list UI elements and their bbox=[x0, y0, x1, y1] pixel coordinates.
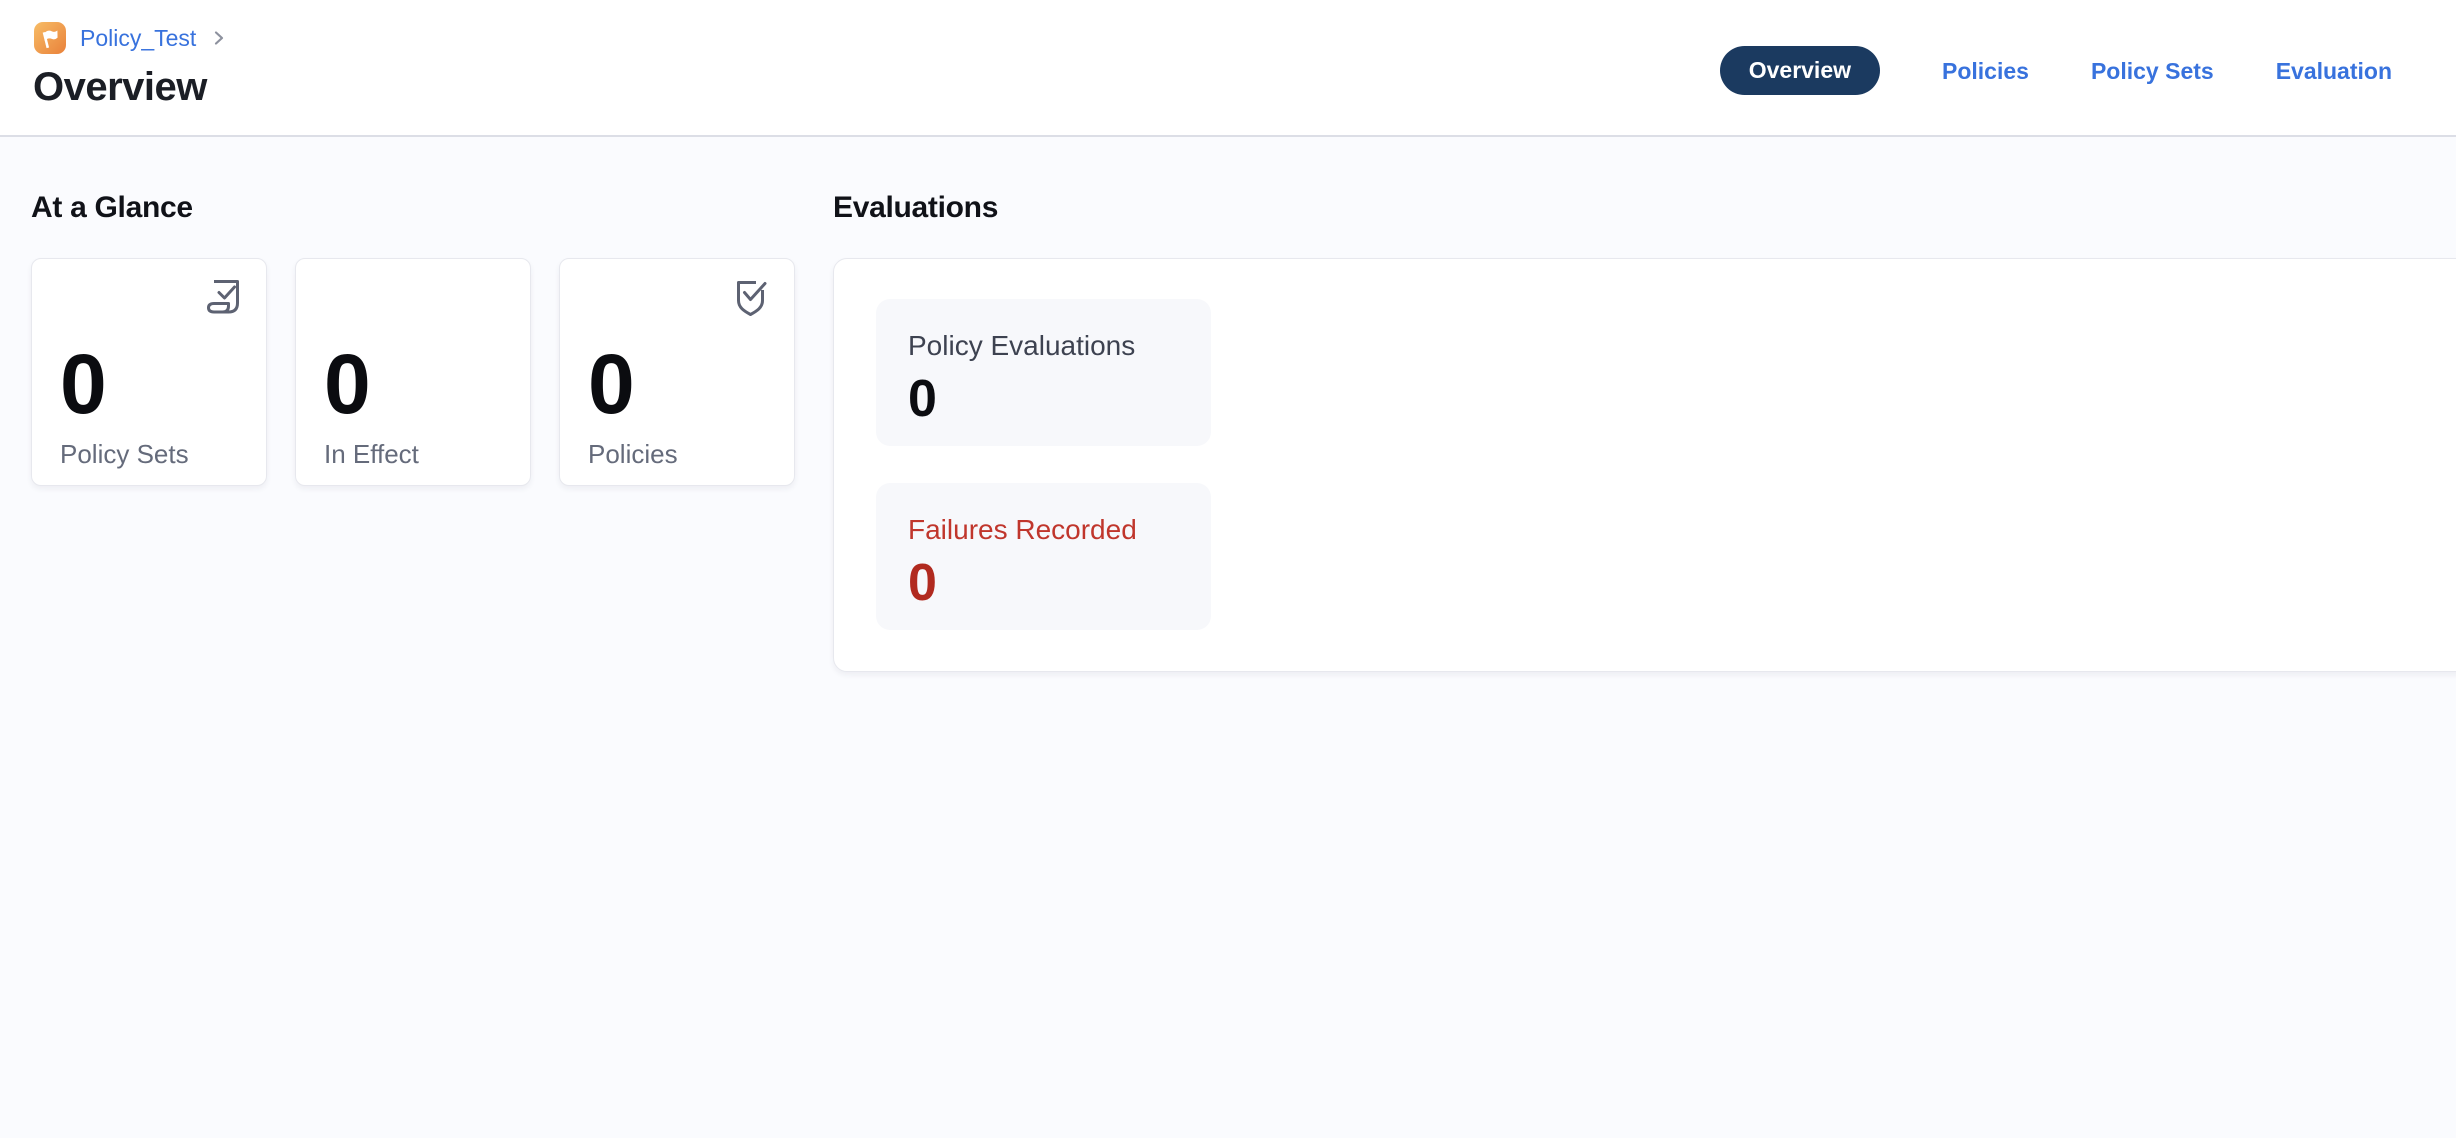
project-flag-icon bbox=[33, 21, 67, 55]
evaluations-card: Policy Evaluations 0 Failures Recorded 0 bbox=[833, 258, 2456, 672]
shield-check-icon bbox=[731, 276, 771, 320]
page-header: Policy_Test Overview Overview Policies P… bbox=[0, 0, 2456, 137]
at-a-glance-section: At a Glance 0 Policy Sets 0 In bbox=[31, 191, 795, 1138]
nav-tab-overview[interactable]: Overview bbox=[1720, 46, 1880, 95]
stat-value: 0 bbox=[588, 341, 766, 427]
tile-label: Failures Recorded bbox=[908, 513, 1179, 547]
stat-label: Policies bbox=[588, 439, 766, 469]
tile-value: 0 bbox=[908, 555, 1179, 611]
nav-tab-evaluation[interactable]: Evaluation bbox=[2276, 47, 2392, 95]
nav-tab-policies[interactable]: Policies bbox=[1942, 47, 2029, 95]
page-title: Overview bbox=[33, 65, 228, 109]
scroll-check-icon bbox=[203, 276, 243, 320]
stat-card-in-effect: 0 In Effect bbox=[295, 258, 531, 486]
nav-tab-policy-sets[interactable]: Policy Sets bbox=[2091, 47, 2214, 95]
tile-label: Policy Evaluations bbox=[908, 329, 1179, 363]
chevron-right-icon bbox=[210, 29, 228, 47]
at-a-glance-cards: 0 Policy Sets 0 In Effect 0 Polici bbox=[31, 258, 795, 486]
stat-label: In Effect bbox=[324, 439, 502, 469]
top-nav: Overview Policies Policy Sets Evaluation bbox=[1720, 46, 2392, 95]
stat-value: 0 bbox=[60, 341, 238, 427]
at-a-glance-title: At a Glance bbox=[31, 191, 795, 225]
stat-card-policies: 0 Policies bbox=[559, 258, 795, 486]
breadcrumb: Policy_Test bbox=[33, 21, 228, 55]
stat-card-policy-sets: 0 Policy Sets bbox=[31, 258, 267, 486]
failures-recorded-tile: Failures Recorded 0 bbox=[876, 483, 1211, 630]
tile-value: 0 bbox=[908, 371, 1179, 427]
policy-evaluations-tile: Policy Evaluations 0 bbox=[876, 299, 1211, 446]
evaluations-section: Evaluations Policy Evaluations 0 Failure… bbox=[833, 191, 2456, 1138]
policy-overview-page: Policy_Test Overview Overview Policies P… bbox=[0, 0, 2456, 1138]
stat-label: Policy Sets bbox=[60, 439, 238, 469]
header-left: Policy_Test Overview bbox=[33, 0, 228, 109]
content-area: At a Glance 0 Policy Sets 0 In bbox=[0, 139, 2456, 1138]
evaluations-title: Evaluations bbox=[833, 191, 2456, 225]
stat-value: 0 bbox=[324, 341, 502, 427]
breadcrumb-project-link[interactable]: Policy_Test bbox=[80, 21, 196, 55]
